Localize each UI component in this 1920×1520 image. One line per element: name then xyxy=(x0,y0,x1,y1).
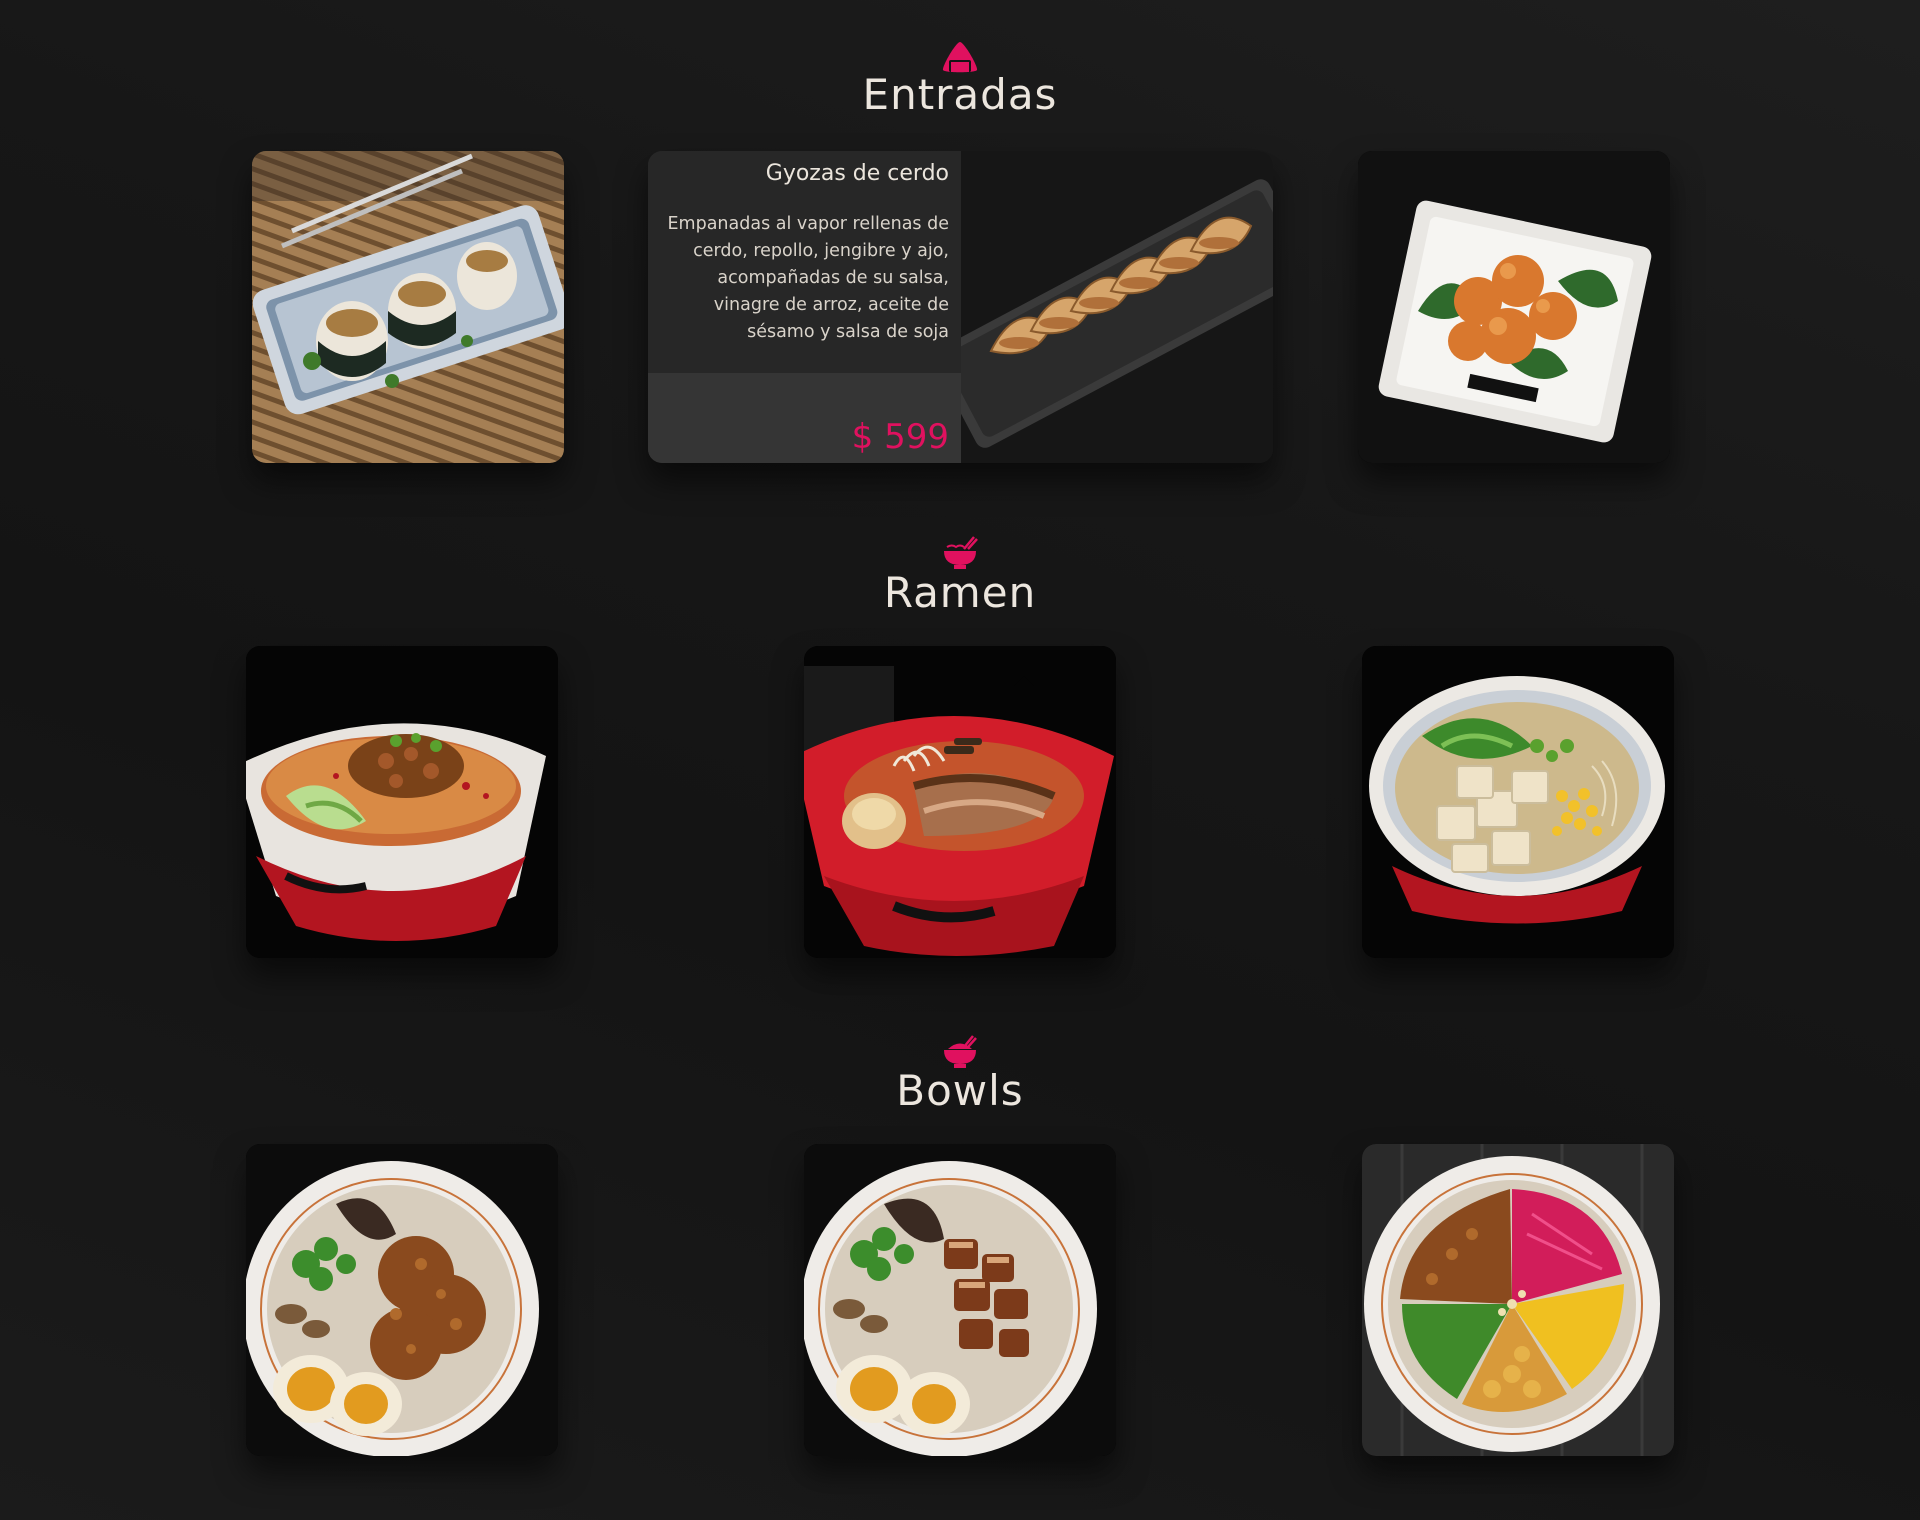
dish-info-panel: Gyozas de cerdo Empanadas al vapor relle… xyxy=(648,151,961,463)
fried-shrimp-plate-photo xyxy=(1358,151,1670,463)
dish-card[interactable] xyxy=(246,646,558,958)
colorful-veggie-bowl-photo xyxy=(1362,1144,1674,1456)
dish-card[interactable] xyxy=(804,1144,1116,1456)
dish-name: Gyozas de cerdo xyxy=(765,161,949,186)
dish-card[interactable] xyxy=(1362,1144,1674,1456)
ramen-bowl-icon xyxy=(940,535,980,571)
section-title: Ramen xyxy=(883,568,1037,617)
dish-card[interactable] xyxy=(1362,646,1674,958)
section-title: Bowls xyxy=(896,1066,1024,1115)
dish-card[interactable] xyxy=(252,151,564,463)
dish-card[interactable] xyxy=(246,1144,558,1456)
rice-bowl-icon xyxy=(940,1034,980,1070)
gyoza-plate-photo xyxy=(961,151,1273,463)
onigiri-plate-photo xyxy=(252,151,564,463)
tofu-ramen-photo xyxy=(1362,646,1674,958)
dish-price: $ 599 xyxy=(851,417,949,457)
dish-description: Empanadas al vapor rellenas de cerdo, re… xyxy=(667,214,949,342)
section-title: Entradas xyxy=(862,70,1058,119)
ground-meat-egg-bowl-photo xyxy=(246,1144,558,1456)
pork-belly-egg-bowl-photo xyxy=(804,1144,1116,1456)
dish-card[interactable] xyxy=(1358,151,1670,463)
spicy-ramen-photo xyxy=(246,646,558,958)
dish-card[interactable] xyxy=(804,646,1116,958)
dish-card-expanded[interactable]: Gyozas de cerdo Empanadas al vapor relle… xyxy=(648,151,1273,463)
tonkotsu-ramen-photo xyxy=(804,646,1116,958)
